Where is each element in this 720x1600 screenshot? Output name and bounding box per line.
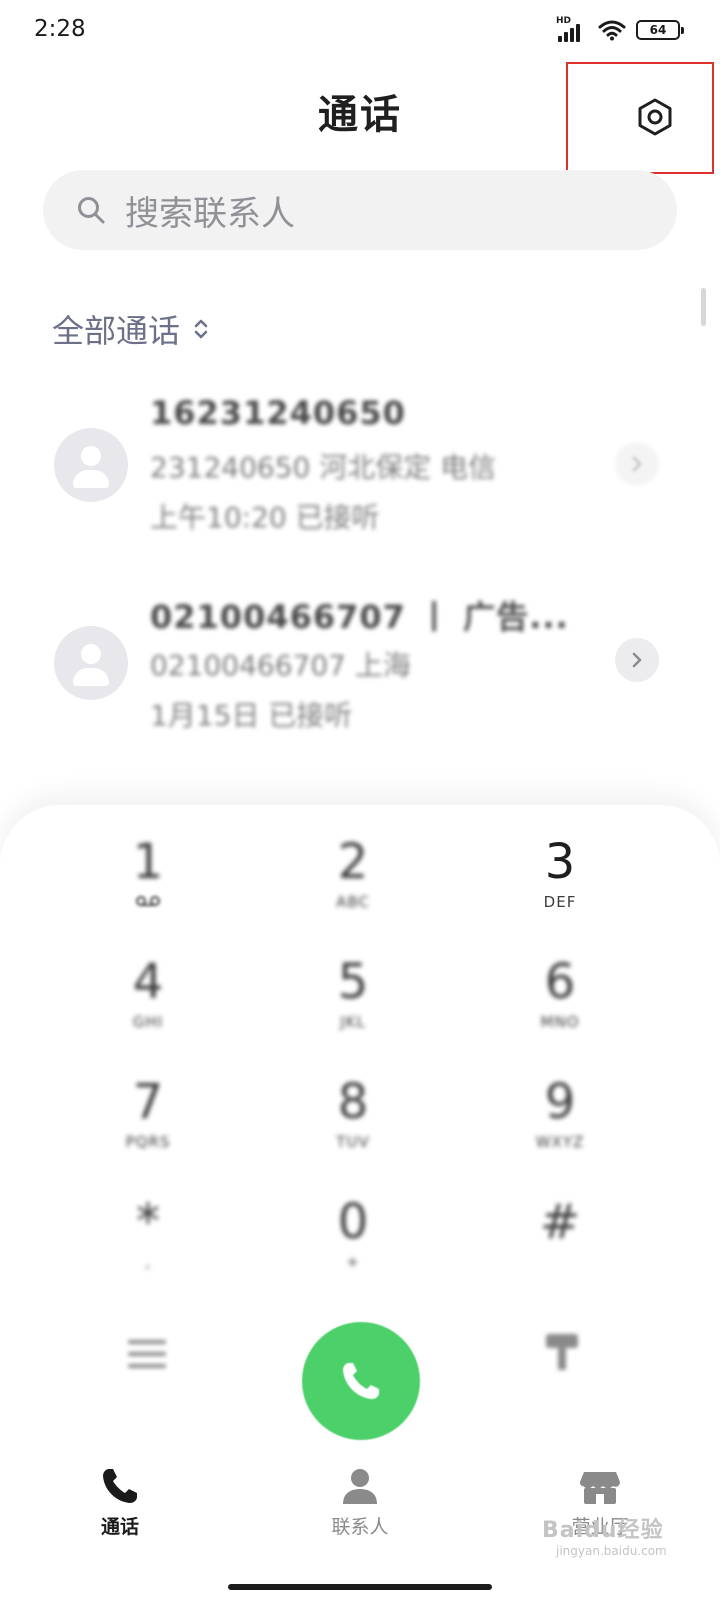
tab-contacts[interactable]: 联系人 bbox=[280, 1464, 440, 1539]
menu-button[interactable] bbox=[121, 1328, 173, 1380]
avatar bbox=[54, 428, 128, 502]
chevron-right-icon bbox=[632, 652, 642, 668]
call-log-name: 16231240650 bbox=[150, 394, 406, 432]
call-log-time: 1月15日 已接听 bbox=[150, 699, 353, 732]
dial-key-9[interactable]: 9 WXYZ bbox=[460, 1073, 660, 1183]
watermark-brand: Baidu经验 bbox=[542, 1518, 664, 1543]
person-icon bbox=[343, 1469, 377, 1504]
dial-key-5[interactable]: 5 JKL bbox=[253, 953, 453, 1063]
phone-icon bbox=[343, 1363, 379, 1399]
dial-key-letters: GHI bbox=[132, 1013, 164, 1031]
dial-key-digit: * bbox=[136, 1194, 160, 1250]
keypad-collapse-icon bbox=[546, 1334, 578, 1370]
dial-key-letters: DEF bbox=[543, 893, 577, 911]
dial-key-digit: 1 bbox=[132, 834, 164, 890]
settings-button[interactable] bbox=[628, 90, 682, 144]
dial-key-digit: 7 bbox=[132, 1074, 164, 1130]
call-button[interactable] bbox=[302, 1322, 420, 1440]
search-icon bbox=[78, 197, 105, 224]
dial-key-0[interactable]: 0 + bbox=[253, 1193, 453, 1303]
home-indicator[interactable] bbox=[228, 1584, 492, 1590]
dial-key-letters: ABC bbox=[336, 893, 370, 911]
store-icon bbox=[580, 1472, 620, 1504]
call-filter-label: 全部通话 bbox=[52, 312, 181, 350]
tab-calls[interactable]: 通话 bbox=[40, 1464, 200, 1539]
dial-key-4[interactable]: 4 GHI bbox=[48, 953, 248, 1063]
dial-key-star[interactable]: * , bbox=[48, 1193, 248, 1303]
dial-key-letters: WXYZ bbox=[535, 1133, 585, 1151]
dial-key-digit: 0 bbox=[337, 1194, 369, 1250]
dialpad-toggle-button[interactable] bbox=[536, 1326, 588, 1378]
dial-key-3[interactable]: 3 DEF bbox=[460, 833, 660, 943]
call-log-time: 上午10:20 已接听 bbox=[150, 501, 380, 534]
settings-highlight-box bbox=[566, 62, 714, 174]
phone-icon bbox=[103, 1469, 137, 1503]
dial-key-digit: # bbox=[539, 1194, 581, 1250]
scrollbar[interactable] bbox=[701, 288, 706, 326]
dial-key-7[interactable]: 7 PQRS bbox=[48, 1073, 248, 1183]
dial-key-letters: MNO bbox=[540, 1013, 580, 1031]
menu-icon bbox=[128, 1340, 166, 1368]
call-filter-dropdown[interactable]: 全部通话 bbox=[52, 306, 210, 352]
status-time: 2:28 bbox=[34, 16, 86, 42]
settings-hex-icon bbox=[638, 98, 672, 136]
call-log-item[interactable]: 02100466707 丨 广告... 02100466707 上海 1月15日… bbox=[0, 588, 720, 758]
signal-icon: HD bbox=[556, 16, 588, 42]
battery-icon: 64 bbox=[636, 20, 684, 40]
dial-key-letters bbox=[460, 1253, 660, 1271]
call-log-item[interactable]: 16231240650 231240650 河北保定 电信 上午10:20 已接… bbox=[0, 386, 720, 556]
dial-key-letters: , bbox=[145, 1253, 151, 1271]
dial-key-digit: 3 bbox=[544, 834, 576, 890]
dial-key-digit: 2 bbox=[337, 834, 369, 890]
dial-key-hash[interactable]: # bbox=[460, 1193, 660, 1303]
dial-key-letters: TUV bbox=[336, 1133, 370, 1151]
dial-key-digit: 9 bbox=[544, 1074, 576, 1130]
chevron-right-icon bbox=[632, 456, 642, 472]
avatar bbox=[54, 626, 128, 700]
call-detail-button[interactable] bbox=[615, 638, 659, 682]
wifi-icon bbox=[598, 19, 626, 41]
call-detail-button[interactable] bbox=[615, 442, 659, 486]
dial-key-1[interactable]: 1 bbox=[48, 833, 248, 943]
dial-key-digit: 5 bbox=[337, 954, 369, 1010]
status-bar: 2:28 HD 64 bbox=[0, 0, 720, 66]
dial-key-letters: JKL bbox=[340, 1013, 366, 1031]
watermark: Baidu经验 jingyan.baidu.com bbox=[542, 1512, 667, 1558]
call-log-name: 02100466707 丨 广告... bbox=[150, 598, 569, 636]
tab-label: 通话 bbox=[100, 1516, 139, 1538]
dial-key-digit: 6 bbox=[544, 954, 576, 1010]
dial-key-digit: 8 bbox=[337, 1074, 369, 1130]
search-bar[interactable]: 搜索联系人 bbox=[43, 170, 677, 250]
dial-key-letters: + bbox=[346, 1253, 360, 1271]
status-icons: HD 64 bbox=[556, 16, 684, 42]
chevron-up-down-icon bbox=[194, 319, 208, 339]
dial-key-6[interactable]: 6 MNO bbox=[460, 953, 660, 1063]
call-log-location: 231240650 河北保定 电信 bbox=[150, 451, 497, 484]
dial-key-8[interactable]: 8 TUV bbox=[253, 1073, 453, 1183]
search-input[interactable]: 搜索联系人 bbox=[125, 186, 295, 235]
tab-label: 联系人 bbox=[331, 1516, 389, 1538]
dial-key-letters: PQRS bbox=[125, 1133, 171, 1151]
dial-key-digit: 4 bbox=[132, 954, 164, 1010]
call-log-location: 02100466707 上海 bbox=[150, 649, 411, 682]
voicemail-icon bbox=[136, 896, 160, 906]
dial-key-2[interactable]: 2 ABC bbox=[253, 833, 453, 943]
watermark-url: jingyan.baidu.com bbox=[556, 1544, 667, 1558]
